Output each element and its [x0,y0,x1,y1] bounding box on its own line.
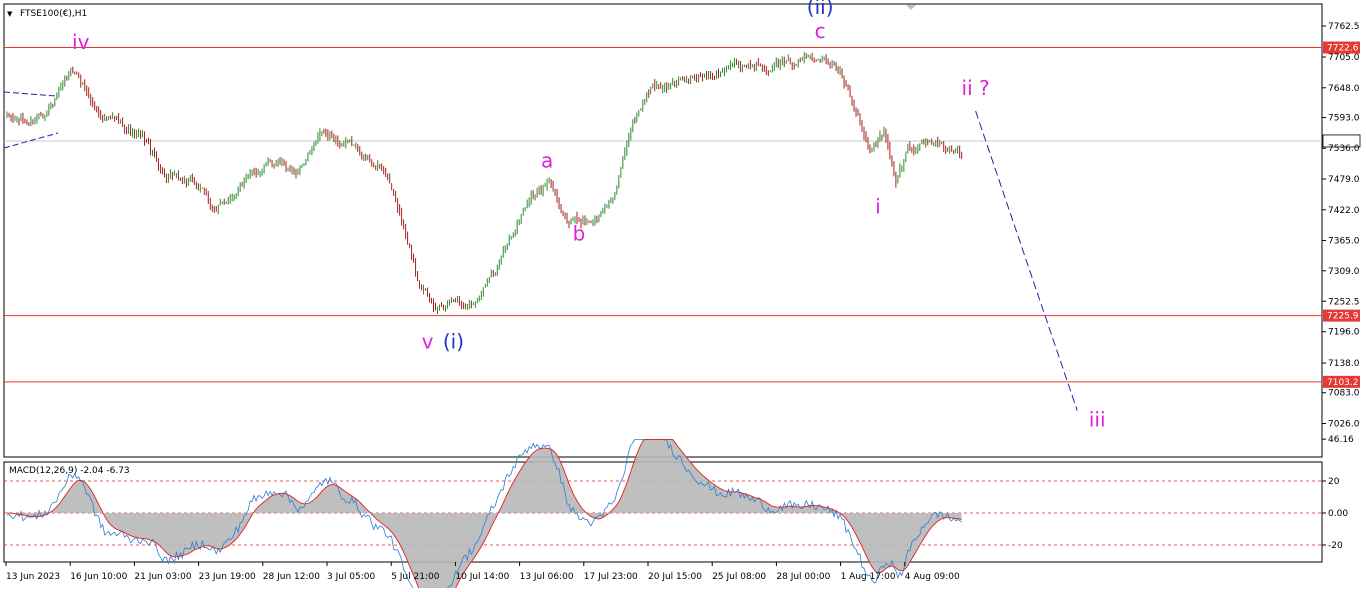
x-tick-label: 25 Jul 08:00 [712,572,766,582]
y-tick-label: 7252.5 [1328,297,1360,307]
wave-label: i [875,195,881,219]
chart-root: 7722.6 7549.5 7225.9 7103.2 iv v (i) a b (ii) c i i… [0,0,1366,592]
macd-y-tick-label: -20 [1328,541,1343,551]
wave-label: c [815,19,826,43]
x-tick-label: 28 Jun 12:00 [263,572,320,582]
macd-y-tick-label: 20 [1328,477,1340,487]
x-tick-label: 23 Jun 19:00 [199,572,256,582]
x-tick-label: 17 Jul 23:00 [584,572,638,582]
y-tick-label: 7138.0 [1328,359,1360,369]
macd-y-tick-label: 0.00 [1328,509,1348,519]
level-price-label: 7722.6 [1327,44,1359,54]
y-tick-label: 7083.0 [1328,389,1360,399]
y-tick-label: 7309.0 [1328,267,1360,277]
chart-menu-icon[interactable]: ▼ [7,10,13,18]
y-tick-label: 7705.0 [1328,53,1360,63]
y-tick-label: 7536.0 [1328,144,1360,154]
wave-label: (i) [443,329,464,353]
x-tick-label: 20 Jul 15:00 [648,572,702,582]
y-tick-label: 7648.0 [1328,84,1360,94]
x-tick-label: 16 Jun 10:00 [70,572,127,582]
x-tick-label: 4 Aug 09:00 [905,572,960,582]
macd-y-tick-label: 46.16 [1328,435,1354,445]
y-tick-label: 7593.0 [1328,113,1360,123]
y-tick-label: 7422.0 [1328,206,1360,216]
x-tick-label: 3 Jul 05:00 [327,572,376,582]
x-tick-label: 13 Jun 2023 [6,572,60,582]
y-tick-label: 7762.5 [1328,22,1360,32]
x-tick-label: 13 Jul 06:00 [520,572,574,582]
chart-title: FTSE100(€),H1 [20,9,87,19]
x-tick-label: 10 Jul 14:00 [455,572,509,582]
chart-canvas[interactable]: 7722.67549.57225.97103.2 ivv (i)ab(ii)cii… [0,0,1366,592]
wave-label: iii [1089,408,1106,432]
wave-label: iv [72,30,90,54]
macd-title: MACD(12,26,9) -2.04 -6.73 [9,466,130,476]
x-tick-label: 21 Jun 03:00 [134,572,191,582]
y-tick-label: 7196.0 [1328,328,1360,338]
x-tick-label: 28 Jul 00:00 [776,572,830,582]
y-tick-label: 7365.0 [1328,237,1360,247]
y-tick-label: 7026.0 [1328,420,1360,430]
wave-label: a [541,149,553,173]
x-tick-label: 1 Aug 17:00 [841,572,896,582]
level-price-label: 7103.2 [1327,378,1359,388]
price-panel [3,3,1323,458]
wave-label: v [422,329,434,353]
wave-label: (ii) [807,0,834,19]
x-tick-label: 5 Jul 21:00 [391,572,440,582]
y-tick-label: 7479.0 [1328,175,1360,185]
wave-label: b [573,222,586,246]
level-price-label: 7225.9 [1327,312,1359,322]
wave-label: ii ? [962,76,990,100]
